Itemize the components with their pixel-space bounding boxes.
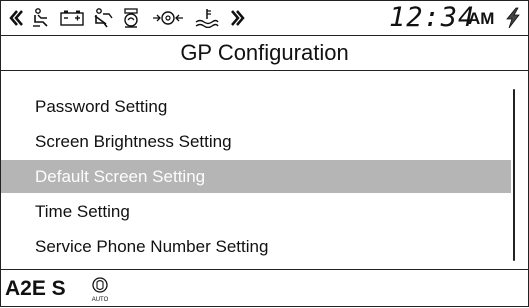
auto-mode-icon: AUTO xyxy=(89,275,111,308)
menu-item-password-setting[interactable]: Password Setting xyxy=(35,90,485,123)
transmission-icon xyxy=(151,8,185,28)
display-screen: 12:34 AM GP Configuration Password Setti… xyxy=(0,0,529,307)
operator-icon xyxy=(31,8,53,28)
status-bar: 12:34 AM xyxy=(1,1,528,35)
page-title: GP Configuration xyxy=(180,40,349,65)
nav-left-icon[interactable] xyxy=(7,8,25,28)
menu-scrollbar[interactable] xyxy=(513,89,515,261)
clock-time: 12:34 xyxy=(389,2,476,33)
nav-right-icon[interactable] xyxy=(228,8,246,28)
title-bar: GP Configuration xyxy=(1,35,528,71)
footer-bar: A2E S AUTO xyxy=(1,269,528,307)
coolant-icon xyxy=(194,8,220,28)
battery-icon xyxy=(59,8,85,28)
menu-item-default-screen-setting[interactable]: Default Screen Setting xyxy=(1,160,511,193)
menu-item-screen-brightness-setting[interactable]: Screen Brightness Setting xyxy=(35,125,485,158)
lightning-icon xyxy=(504,7,522,29)
seatbelt-icon xyxy=(93,8,115,28)
engine-oil-icon xyxy=(121,8,145,28)
menu-item-service-phone-number-setting[interactable]: Service Phone Number Setting xyxy=(35,230,485,263)
menu-item-time-setting[interactable]: Time Setting xyxy=(35,195,485,228)
clock-ampm: AM xyxy=(468,9,495,28)
auto-mode-text: AUTO xyxy=(92,297,109,303)
machine-mode-label: A2E S xyxy=(5,277,66,300)
